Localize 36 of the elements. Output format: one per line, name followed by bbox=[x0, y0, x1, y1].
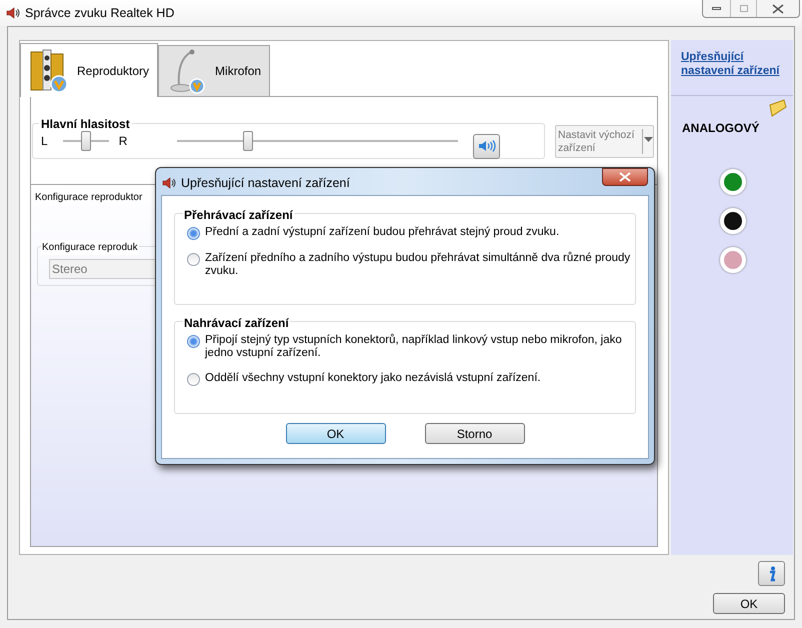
radio-button[interactable] bbox=[187, 373, 200, 386]
dialog-title: Upřesňující nastavení zařízení bbox=[181, 175, 350, 192]
radio-button[interactable] bbox=[187, 335, 200, 348]
left-label: L bbox=[41, 133, 48, 150]
speaker-icon bbox=[6, 6, 20, 20]
caret-icon bbox=[644, 137, 652, 142]
slider-thumb[interactable] bbox=[242, 131, 253, 151]
ok-button[interactable]: OK bbox=[713, 593, 785, 614]
dialog-button[interactable]: Storno bbox=[424, 423, 524, 444]
close-button[interactable] bbox=[602, 168, 648, 186]
window-title: Správce zvuku Realtek HD bbox=[25, 4, 174, 22]
info-icon bbox=[768, 566, 776, 582]
audio-jack-icon[interactable] bbox=[720, 208, 746, 234]
default-device-dropdown[interactable]: Nastavit výchozí zařízení bbox=[555, 125, 654, 158]
panel-title: Konfigurace reproduktor bbox=[35, 191, 144, 205]
group-label: Konfigurace reproduk bbox=[41, 240, 139, 255]
dialog-button[interactable]: OK bbox=[286, 423, 386, 444]
info-button[interactable] bbox=[758, 561, 785, 586]
folder-icon bbox=[768, 99, 788, 117]
section-label: ANALOGOVÝ bbox=[681, 120, 760, 137]
tab[interactable]: Mikrofon bbox=[158, 45, 270, 96]
option-label: Připojí stejný typ vstupních konektorů, například linkový vstup nebo mikrofon, jako jedno vstupní zařízení. bbox=[205, 334, 623, 360]
right-label: R bbox=[118, 133, 128, 150]
slider-thumb[interactable] bbox=[80, 131, 91, 151]
option-label: Oddělí všechny vstupní konektory jako nezávislá vstupní zařízení. bbox=[205, 372, 542, 385]
radio-button[interactable] bbox=[187, 227, 200, 240]
tab[interactable]: Reproduktory bbox=[20, 43, 158, 97]
option-label: Zařízení předního a zadního výstupu budou přehrávat simultánně dva různé proudy zvuku. bbox=[205, 252, 632, 278]
mute-button[interactable] bbox=[473, 134, 500, 158]
speaker-icon bbox=[478, 139, 496, 153]
close-icon bbox=[619, 172, 631, 182]
advanced-settings-link[interactable]: Upřesňující nastavení zařízení bbox=[681, 50, 781, 78]
speaker-icon bbox=[162, 176, 176, 190]
close-icon bbox=[772, 4, 784, 14]
option-label: Přední a zadní výstupní zařízení budou přehrávat stejný proud zvuku. bbox=[205, 226, 560, 239]
radio-button[interactable] bbox=[187, 253, 200, 266]
